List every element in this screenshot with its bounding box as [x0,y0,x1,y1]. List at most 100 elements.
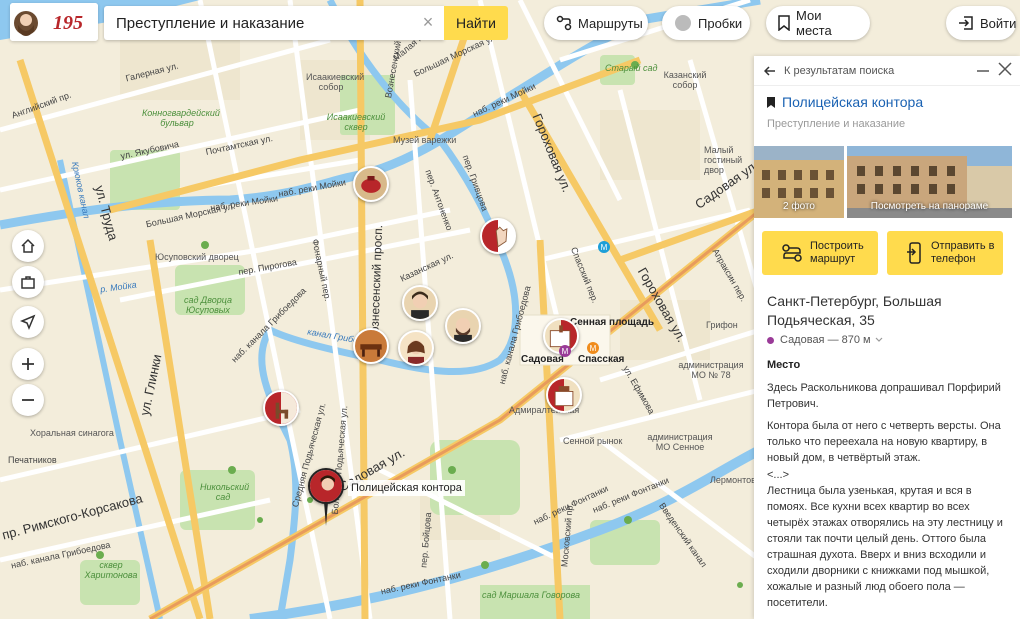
my-places-label: Мои места [796,8,832,38]
label-kazan-cathedral: Казанский собор [663,70,707,90]
label-senny-rynok: Сенной рынок [563,436,623,446]
poi-marker-hand[interactable] [480,218,516,254]
poi-marker-portrait2[interactable] [445,308,481,344]
metro-icon: M [559,345,571,357]
home-icon [21,238,35,253]
build-route-button[interactable]: Построить маршрут [762,231,878,275]
metro-icon: M [587,342,599,354]
label-starye-sad: Старый сад [605,63,658,73]
poi-marker-table[interactable] [353,328,389,364]
bookmark-icon [778,15,790,31]
svg-text:M: M [590,344,597,353]
panorama-view[interactable]: Посмотреть на панораме [847,146,1012,218]
route-icon [782,243,802,263]
label-museum-varezhki: Музей варежки [393,135,457,145]
label-admin-78: администрация МО № 78 [678,360,744,380]
hand-icon [482,220,508,252]
nearest-metro-text: Садовая — 870 м [780,334,871,346]
table-icon [360,344,382,357]
label-konnogv: Конногвардейский бульвар [142,108,220,128]
briefcase-icon [21,276,35,289]
place-subtitle: Преступление и наказание [767,118,906,130]
label-grifon: Грифон [706,320,738,330]
place-address: Санкт-Петербург, Большая Подьяческая, 35 [767,293,942,328]
poi-marker-chair[interactable] [263,390,299,426]
logo-icon: 195 [10,3,98,41]
label-gostiny-dvor: Малый гостиный двор [704,145,743,175]
bookmark-icon [766,96,776,109]
poi-marker-portrait1[interactable] [402,285,438,321]
description-paragraph: Контора была от него с четверть версты. … [767,420,1001,464]
traffic-icon [674,14,692,32]
portrait-icon [310,470,342,502]
place-title-text: Полицейская контора [782,94,924,110]
pin-tail-icon [324,502,328,526]
metro-icon: M [598,241,610,253]
clear-icon[interactable]: × [420,13,436,31]
routes-label: Маршруты [578,15,643,31]
label-pechatnikov: Печатников [8,455,57,465]
poi-tooltip: Полицейская контора [348,480,465,496]
purse-icon [361,176,381,193]
traffic-label: Пробки [698,15,743,31]
nearest-metro[interactable]: Садовая — 870 м [767,334,883,346]
chair-icon [275,392,297,424]
label-nikolsky-garden: Никольский сад [200,482,250,502]
place-panel: К результатам поиска Полицейская контора… [754,56,1020,619]
search-button[interactable]: Найти [444,6,508,40]
photo-gallery[interactable]: 2 фото [754,146,844,218]
routes-button[interactable]: Маршруты [544,6,648,40]
minimize-icon[interactable] [976,64,990,83]
search-input[interactable] [104,6,404,40]
build-route-label: Построить маршрут [810,240,864,265]
chevron-down-icon [875,334,883,346]
label-sadovaya-metro: Садовая [521,354,564,365]
section-heading: Место [767,359,801,371]
home-button[interactable] [12,230,44,262]
description-ellipsis: <...> [767,469,790,481]
label-admin-sennoe: администрация МО Сенное [647,432,713,452]
poi-marker-portrait3[interactable] [398,330,434,366]
label-yusupov-garden: сад Дворца Юсуповых [183,295,233,315]
send-to-phone-button[interactable]: Отправить в телефон [887,231,1003,275]
label-sennaya-square: Сенная площадь [570,317,655,328]
locate-icon [20,314,36,330]
login-icon [958,15,974,31]
back-arrow-icon[interactable] [764,65,776,77]
place-title[interactable]: Полицейская контора [766,94,923,110]
traffic-button[interactable]: Пробки [662,6,750,40]
back-to-results-link[interactable]: К результатам поиска [784,65,894,77]
label-voznesensky: Вознесенский просп. [367,224,386,342]
logo-text: 195 [53,12,83,34]
minus-icon [22,399,34,401]
close-icon[interactable] [998,62,1012,81]
login-button[interactable]: Войти [946,6,1016,40]
portrait-icon [454,318,472,342]
phone-icon [907,242,923,264]
route-icon [556,15,572,31]
send-to-phone-label: Отправить в телефон [931,240,995,265]
panorama-caption: Посмотреть на панораме [870,201,989,212]
briefcase-button[interactable] [12,266,44,298]
label-sad-govorova: сад Маршала Говорова [482,590,580,600]
metro-line-dot [767,336,774,344]
my-places-button[interactable]: Мои места [766,6,870,40]
locate-button[interactable] [12,306,44,338]
search-box: × [104,6,444,40]
poi-marker-building2[interactable] [546,377,582,413]
site-logo[interactable]: 195 [10,3,98,41]
label-isaac-square: Исаакиевский сквер [326,112,386,132]
label-skver-kharitonova: сквер Харитонова [84,560,138,580]
label-spasskaya-metro: Спасская [578,354,625,365]
poi-marker-purse[interactable] [353,166,389,202]
description-paragraph: Здесь Раскольникова допрашивал Порфирий … [767,382,1001,410]
portrait-icon [407,340,425,364]
login-label: Войти [980,15,1017,31]
zoom-out-button[interactable] [12,384,44,416]
zoom-in-button[interactable] [12,348,44,380]
label-isaac-cathedral: Исаакиевский собор [306,72,365,92]
building-icon [548,379,574,411]
svg-text:M: M [601,243,608,252]
poi-marker-selected[interactable] [308,468,344,504]
svg-text:M: M [562,347,569,356]
